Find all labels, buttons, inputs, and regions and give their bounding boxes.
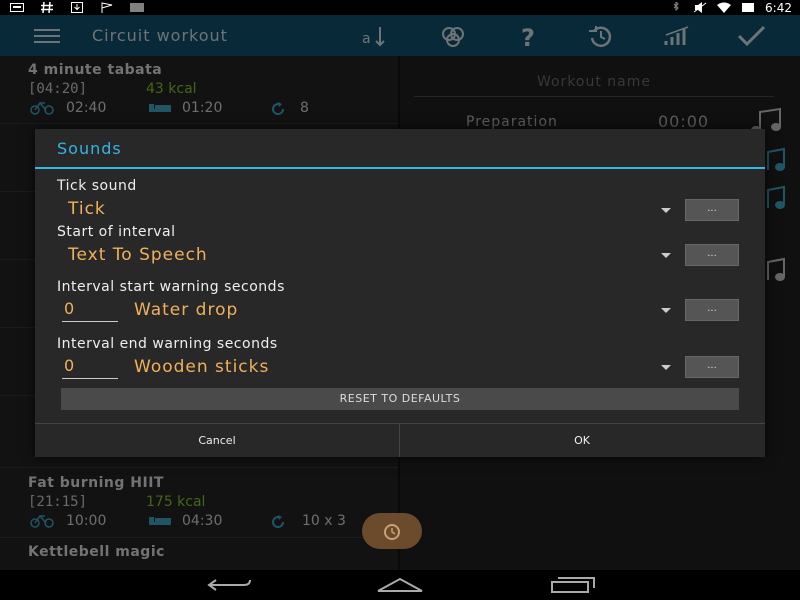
hash-icon bbox=[41, 2, 53, 13]
dropdown-arrow-icon[interactable] bbox=[661, 208, 671, 213]
start-warning-browse-button[interactable]: ... bbox=[685, 299, 739, 321]
download-icon bbox=[71, 2, 83, 13]
reset-to-defaults-button[interactable]: RESET TO DEFAULTS bbox=[61, 388, 739, 410]
barcode-icon bbox=[130, 3, 144, 12]
end-warning-seconds-input[interactable]: 0 bbox=[62, 355, 118, 379]
flag-icon bbox=[101, 2, 113, 13]
start-warning-sound-select[interactable]: Water drop bbox=[134, 300, 238, 320]
bluetooth-icon bbox=[673, 2, 679, 12]
start-warning-seconds-input[interactable]: 0 bbox=[62, 298, 118, 322]
status-bar: 6:42 bbox=[0, 0, 800, 15]
start-interval-label: Start of interval bbox=[57, 224, 176, 240]
dropdown-arrow-icon[interactable] bbox=[661, 253, 671, 258]
start-interval-select[interactable]: Text To Speech bbox=[68, 245, 208, 265]
clock-time: 6:42 bbox=[765, 0, 792, 15]
end-warning-browse-button[interactable]: ... bbox=[685, 356, 739, 378]
dropdown-arrow-icon[interactable] bbox=[661, 365, 671, 370]
start-warning-label: Interval start warning seconds bbox=[57, 279, 285, 295]
sounds-dialog: Sounds Tick sound Tick ... Start of inte… bbox=[35, 129, 765, 457]
end-warning-sound-select[interactable]: Wooden sticks bbox=[134, 357, 269, 377]
tick-sound-browse-button[interactable]: ... bbox=[685, 199, 739, 221]
dropdown-arrow-icon[interactable] bbox=[661, 308, 671, 313]
ok-button[interactable]: OK bbox=[400, 424, 764, 457]
end-warning-label: Interval end warning seconds bbox=[57, 336, 278, 352]
home-icon[interactable] bbox=[376, 577, 424, 593]
dialog-title-divider bbox=[35, 167, 765, 169]
battery-icon bbox=[742, 3, 755, 12]
back-icon[interactable] bbox=[206, 577, 252, 593]
cancel-button[interactable]: Cancel bbox=[35, 424, 399, 457]
navigation-bar bbox=[0, 570, 800, 600]
keyboard-icon bbox=[10, 3, 24, 12]
wifi-icon bbox=[717, 2, 732, 13]
timer-icon bbox=[384, 524, 400, 540]
tick-sound-label: Tick sound bbox=[57, 178, 137, 194]
recents-icon[interactable] bbox=[550, 576, 596, 594]
start-interval-browse-button[interactable]: ... bbox=[685, 244, 739, 266]
tick-sound-select[interactable]: Tick bbox=[68, 199, 106, 219]
dialog-title: Sounds bbox=[57, 139, 122, 158]
start-workout-fab[interactable] bbox=[362, 513, 422, 549]
mute-icon bbox=[693, 2, 707, 13]
